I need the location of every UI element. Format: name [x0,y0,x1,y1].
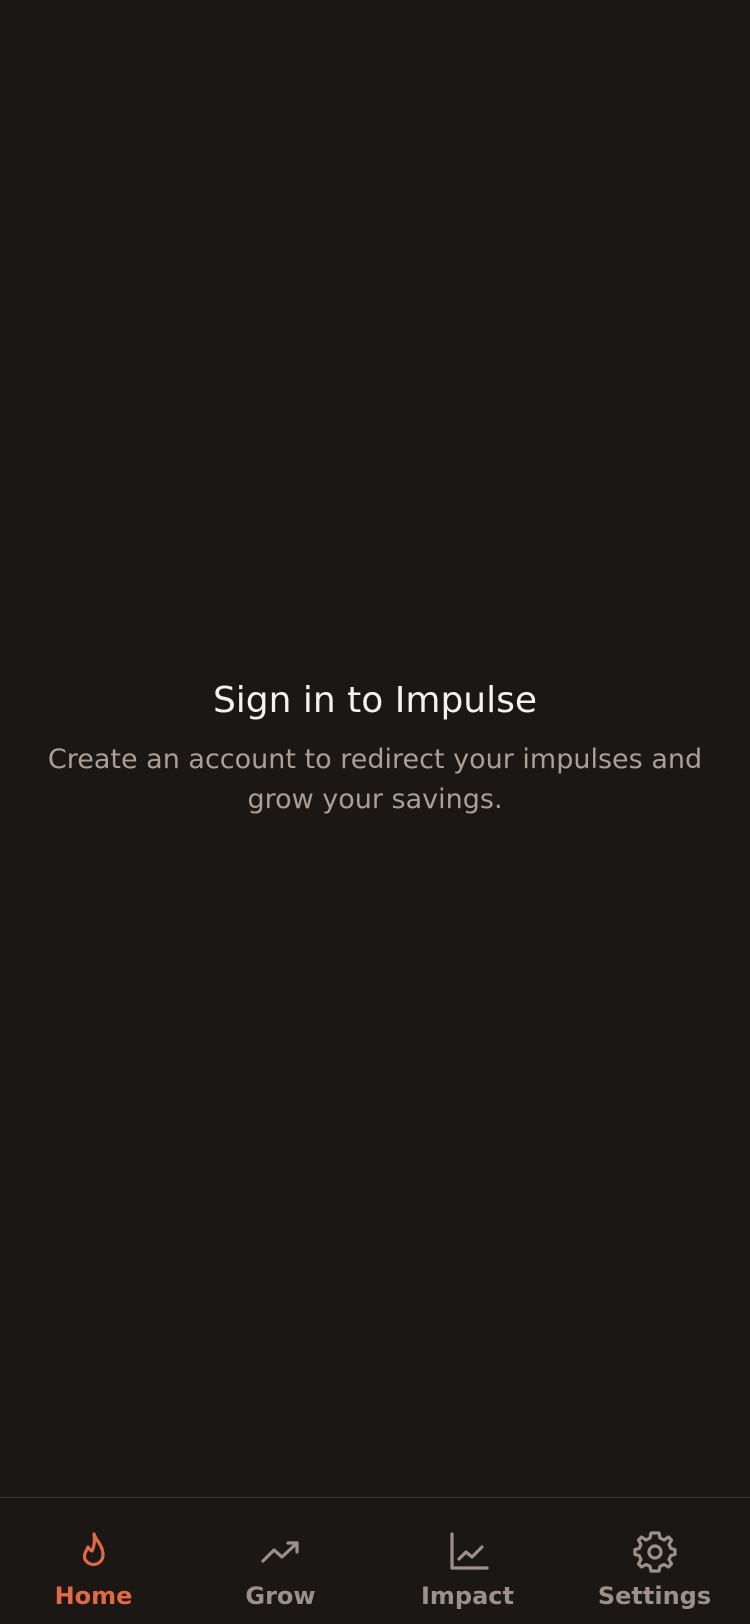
screen: Sign in to Impulse Create an account to … [0,0,750,1624]
line-chart-icon [449,1532,489,1570]
page-subtitle: Create an account to redirect your impul… [47,744,703,815]
sign-in-prompt: Sign in to Impulse Create an account to … [0,676,750,820]
tab-impact[interactable]: Impact [374,1498,561,1624]
bottom-tab-bar: Home Grow Impact Settings [0,1497,750,1624]
tab-grow-label: Grow [245,1582,316,1610]
tab-grow[interactable]: Grow [187,1498,374,1624]
page-title: Sign in to Impulse [212,680,538,721]
gear-icon [632,1531,677,1573]
tab-home-label: Home [54,1582,133,1610]
flame-icon [82,1532,105,1567]
tab-settings[interactable]: Settings [561,1498,748,1624]
tab-impact-label: Impact [420,1582,514,1610]
tab-home[interactable]: Home [0,1498,187,1624]
tab-settings-label: Settings [597,1582,712,1610]
trending-up-icon [260,1541,299,1563]
